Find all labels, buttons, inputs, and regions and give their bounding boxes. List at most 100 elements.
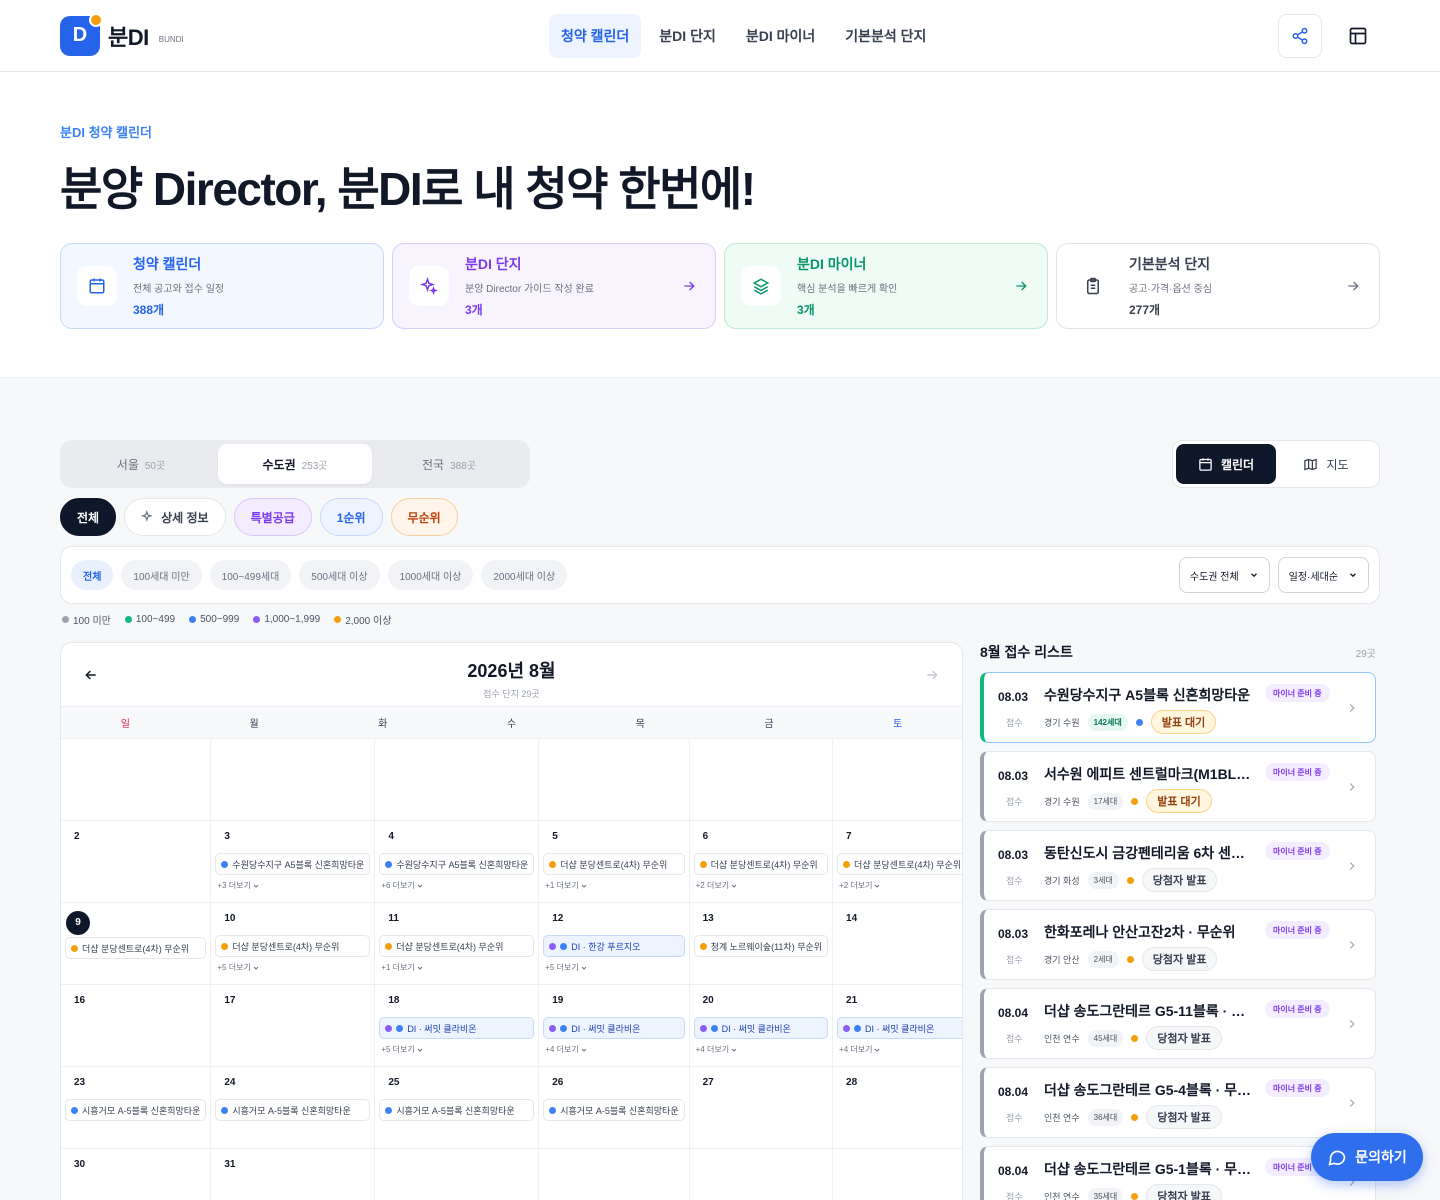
calendar-event[interactable]: 수원당수지구 A5블록 신혼희망타운 [215, 853, 371, 875]
calendar-event[interactable]: 더샵 분당센트로(4차) 무순위 [65, 937, 207, 959]
list-item[interactable]: 08.04 접수 더샵 송도그란테르 G5-11블록 · 무순위 마이너 준비 중 인천… [980, 988, 1376, 1059]
calendar-event[interactable]: DI · 써밋 클라비온 [837, 1017, 962, 1039]
calendar-day-cell[interactable]: 30 [61, 1149, 212, 1200]
calendar-day-cell[interactable]: 31 [211, 1149, 376, 1200]
prev-month-button[interactable] [83, 667, 99, 683]
list-item-receipt-label: 접수 [1006, 876, 1023, 886]
list-item-meta: 경기 화성 3세대 당첨자 발표 [1044, 868, 1218, 892]
calendar-event[interactable]: 더샵 분당센트로(4차) 무순위 [215, 935, 371, 957]
chevron-down-icon [253, 966, 259, 970]
card-basic-analysis[interactable]: 기본분석 단지 공고·가격·옵션 중심 277개 [1056, 243, 1380, 329]
logo[interactable]: D 분DI BUNDI [60, 12, 184, 56]
calendar-day-cell[interactable]: 13 청계 노르웨이숲(11차) 무순위 [689, 903, 834, 985]
calendar-day-cell[interactable]: 12 DI · 한강 푸르지오 +5 더보기 [539, 903, 690, 985]
filter-detail[interactable]: 상세 정보 [124, 498, 226, 536]
more-link[interactable]: +5 더보기 [379, 1044, 534, 1055]
more-link[interactable]: +5 더보기 [543, 962, 684, 973]
inquiry-button[interactable]: 문의하기 [1311, 1133, 1423, 1181]
nav-bundi-complex[interactable]: 분DI 단지 [647, 14, 728, 58]
filter-first-rank[interactable]: 1순위 [319, 498, 383, 536]
nav-bundi-minor[interactable]: 분DI 마이너 [734, 14, 827, 58]
filter-all[interactable]: 전체 [60, 498, 117, 536]
view-map-button[interactable]: 지도 [1276, 444, 1376, 484]
size-dot [549, 1024, 557, 1032]
size-chip-1000-plus[interactable]: 1000세대 이상 [387, 560, 474, 590]
calendar-day-cell[interactable]: 2 [61, 821, 212, 903]
view-calendar-button[interactable]: 캘린더 [1176, 444, 1276, 484]
calendar-day-cell[interactable]: 26 시흥거모 A-5블록 신혼희망타운 [539, 1067, 690, 1149]
more-link[interactable]: +2 더보기 [694, 880, 828, 891]
calendar-event[interactable]: 더샵 분당센트로(4차) 무순위 [693, 853, 829, 875]
share-button[interactable] [1278, 14, 1322, 58]
list-item[interactable]: 08.03 접수 동탄신도시 금강펜테리움 6차 센트럴파크 마이너 준비 중경기 화… [980, 830, 1376, 901]
calendar-event[interactable]: 더샵 분당센트로(4차) 무순위 [837, 853, 962, 875]
card-bundi-complex[interactable]: 분DI 단지 분양 Director 가이드 작성 완료 3개 [392, 243, 716, 329]
sort-select[interactable]: 일정·세대순 [1277, 557, 1369, 593]
calendar-day-cell[interactable]: 7 더샵 분당센트로(4차) 무순위 +2 더보기 [833, 821, 962, 903]
calendar-event[interactable]: 시흥거모 A-5블록 신혼희망타운 [543, 1099, 685, 1121]
calendar-day-cell[interactable]: 19 DI · 써밋 클라비온 +4 더보기 [539, 985, 690, 1067]
more-link[interactable]: +1 더보기 [379, 962, 534, 973]
calendar-event[interactable]: DI · 써밋 클라비온 [543, 1017, 685, 1039]
list-item[interactable]: 08.03 접수 서수원 에피트 센트럴마크(M1BL) · 무순위 마이너 준비 중… [980, 751, 1376, 822]
calendar-day-cell[interactable]: 24 시흥거모 A-5블록 신혼희망타운 [211, 1067, 376, 1149]
next-month-button[interactable] [924, 667, 940, 683]
calendar-day-cell[interactable]: 9 더샵 분당센트로(4차) 무순위 [61, 903, 212, 985]
calendar-day-cell[interactable]: 21 DI · 써밋 클라비온 +4 더보기 [833, 985, 962, 1067]
list-item[interactable]: 08.03 접수 한화포레나 안산고잔2차 · 무순위 마이너 준비 중 경기 안산 2세… [980, 909, 1376, 980]
calendar-event[interactable]: 시흥거모 A-5블록 신혼희망타운 [379, 1099, 535, 1121]
calendar-day-cell[interactable]: 20 DI · 써밋 클라비온 +4 더보기 [689, 985, 834, 1067]
size-chip-100-499[interactable]: 100~499세대 [209, 560, 292, 590]
nav-basic-analysis[interactable]: 기본분석 단지 [833, 14, 938, 58]
calendar-day-cell[interactable]: 3 수원당수지구 A5블록 신혼희망타운 +3 더보기 [211, 821, 376, 903]
more-link[interactable]: +5 더보기 [215, 962, 370, 973]
calendar-day-cell[interactable]: 11 더샵 분당센트로(4차) 무순위 +1 더보기 [375, 903, 540, 985]
calendar-event[interactable]: DI · 한강 푸르지오 [543, 935, 685, 957]
filter-special-supply[interactable]: 특별공급 [233, 498, 312, 536]
calendar-day-cell[interactable]: 6 더샵 분당센트로(4차) 무순위 +2 더보기 [689, 821, 834, 903]
calendar-event[interactable]: DI · 써밋 클라비온 [379, 1017, 535, 1039]
calendar-event[interactable]: DI · 써밋 클라비온 [693, 1017, 829, 1039]
size-chip-all[interactable]: 전체 [71, 560, 114, 590]
filter-non-rank[interactable]: 무순위 [390, 498, 458, 536]
size-chip-2000-plus[interactable]: 2000세대 이상 [481, 560, 568, 590]
layout-button[interactable] [1336, 14, 1380, 58]
calendar-event[interactable]: 시흥거모 A-5블록 신혼희망타운 [65, 1099, 207, 1121]
more-link[interactable]: +2 더보기 [837, 880, 962, 891]
more-link[interactable]: +4 더보기 [694, 1044, 828, 1055]
calendar-subtitle: 접수 단지 29곳 [483, 689, 540, 699]
calendar-day-cell[interactable]: 14 [833, 903, 962, 985]
more-link[interactable]: +3 더보기 [215, 880, 370, 891]
list-item[interactable]: 08.04 접수 더샵 송도그란테르 G5-4블록 · 무순위 마이너 준비 중 인천 … [980, 1067, 1376, 1138]
calendar-day-cell[interactable]: 4 수원당수지구 A5블록 신혼희망타운 +6 더보기 [375, 821, 540, 903]
region-tab-nationwide[interactable]: 전국 388곳 [372, 444, 526, 484]
list-item[interactable]: 08.03 접수 수원당수지구 A5블록 신혼희망타운 마이너 준비 중 경기 수원 14… [980, 672, 1376, 743]
calendar-event[interactable]: 더샵 분당센트로(4차) 무순위 [379, 935, 535, 957]
more-link[interactable]: +4 더보기 [543, 1044, 684, 1055]
card-bundi-minor[interactable]: 분DI 마이너 핵심 분석을 빠르게 확인 3개 [724, 243, 1048, 329]
region-tab-capital[interactable]: 수도권 253곳 [218, 444, 372, 484]
calendar-day-cell[interactable]: 25 시흥거모 A-5블록 신혼희망타운 [375, 1067, 540, 1149]
calendar-event[interactable]: 더샵 분당센트로(4차) 무순위 [543, 853, 685, 875]
region-tab-seoul[interactable]: 서울 50곳 [64, 444, 218, 484]
calendar-day-cell[interactable]: 27 [689, 1067, 834, 1149]
chevron-right-icon [1349, 862, 1355, 870]
calendar-day-cell[interactable]: 17 [211, 985, 376, 1067]
calendar-day-cell[interactable]: 16 [61, 985, 212, 1067]
more-link[interactable]: +4 더보기 [837, 1044, 962, 1055]
region-select[interactable]: 수도권 전체 [1178, 557, 1270, 593]
calendar-day-cell[interactable]: 23 시흥거모 A-5블록 신혼희망타운 [61, 1067, 212, 1149]
calendar-event[interactable]: 수원당수지구 A5블록 신혼희망타운 [379, 853, 535, 875]
nav-subscription-calendar[interactable]: 청약 캘린더 [549, 14, 642, 58]
calendar-event[interactable]: 시흥거모 A-5블록 신혼희망타운 [215, 1099, 371, 1121]
more-link[interactable]: +1 더보기 [543, 880, 684, 891]
size-chip-under-100[interactable]: 100세대 미만 [121, 560, 202, 590]
calendar-day-cell[interactable]: 18 DI · 써밋 클라비온 +5 더보기 [375, 985, 540, 1067]
size-chip-500-plus[interactable]: 500세대 이상 [299, 560, 380, 590]
calendar-event[interactable]: 청계 노르웨이숲(11차) 무순위 [693, 935, 829, 957]
calendar-day-cell[interactable]: 28 [833, 1067, 962, 1149]
calendar-day-cell[interactable]: 10 더샵 분당센트로(4차) 무순위 +5 더보기 [211, 903, 376, 985]
card-calendar[interactable]: 청약 캘린더 전체 공고와 접수 일정 388개 [60, 243, 384, 329]
more-link[interactable]: +6 더보기 [379, 880, 534, 891]
calendar-day-cell[interactable]: 5 더샵 분당센트로(4차) 무순위 +1 더보기 [539, 821, 690, 903]
